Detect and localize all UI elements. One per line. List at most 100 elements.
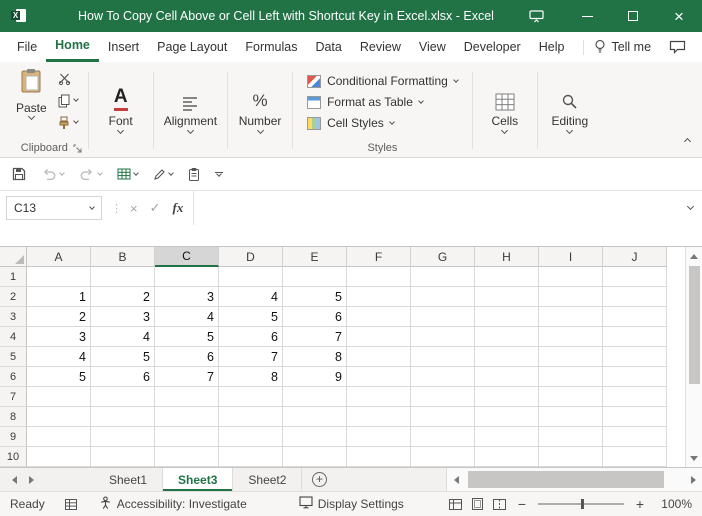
cell-C7[interactable] bbox=[155, 387, 219, 407]
cell-F4[interactable] bbox=[347, 327, 411, 347]
cell-G8[interactable] bbox=[411, 407, 475, 427]
clipboard-tool-button[interactable] bbox=[188, 167, 200, 181]
cell-F9[interactable] bbox=[347, 427, 411, 447]
row-header-2[interactable]: 2 bbox=[0, 287, 27, 307]
cell-I1[interactable] bbox=[539, 267, 603, 287]
cell-F10[interactable] bbox=[347, 447, 411, 467]
cell-F3[interactable] bbox=[347, 307, 411, 327]
cell-J8[interactable] bbox=[603, 407, 667, 427]
new-sheet-button[interactable]: + bbox=[306, 468, 332, 491]
column-header-i[interactable]: I bbox=[539, 247, 603, 267]
cell-D3[interactable]: 5 bbox=[219, 307, 283, 327]
cell-I10[interactable] bbox=[539, 447, 603, 467]
cell-D10[interactable] bbox=[219, 447, 283, 467]
cell-I8[interactable] bbox=[539, 407, 603, 427]
cell-G1[interactable] bbox=[411, 267, 475, 287]
cell-A1[interactable] bbox=[27, 267, 91, 287]
zoom-in-button[interactable]: + bbox=[634, 496, 646, 512]
ribbon-tab-page-layout[interactable]: Page Layout bbox=[148, 32, 236, 62]
cell-E9[interactable] bbox=[283, 427, 347, 447]
column-header-f[interactable]: F bbox=[347, 247, 411, 267]
ribbon-tab-data[interactable]: Data bbox=[306, 32, 350, 62]
display-settings-button[interactable]: Display Settings bbox=[299, 496, 404, 512]
cell-E10[interactable] bbox=[283, 447, 347, 467]
cell-I4[interactable] bbox=[539, 327, 603, 347]
cell-J1[interactable] bbox=[603, 267, 667, 287]
cell-H5[interactable] bbox=[475, 347, 539, 367]
close-button[interactable]: × bbox=[656, 0, 702, 32]
row-header-3[interactable]: 3 bbox=[0, 307, 27, 327]
comments-button[interactable] bbox=[669, 40, 686, 54]
cell-D8[interactable] bbox=[219, 407, 283, 427]
font-group-button[interactable]: A Font bbox=[92, 64, 150, 157]
redo-button[interactable] bbox=[79, 167, 102, 181]
macro-record-button[interactable] bbox=[65, 499, 77, 510]
cell-D7[interactable] bbox=[219, 387, 283, 407]
scroll-down-icon[interactable] bbox=[686, 450, 702, 466]
ribbon-display-options-icon[interactable] bbox=[518, 0, 554, 32]
table-tool-button[interactable] bbox=[117, 168, 138, 180]
cell-J9[interactable] bbox=[603, 427, 667, 447]
cell-G6[interactable] bbox=[411, 367, 475, 387]
cell-F6[interactable] bbox=[347, 367, 411, 387]
horizontal-scroll-thumb[interactable] bbox=[468, 471, 664, 488]
cell-B9[interactable] bbox=[91, 427, 155, 447]
row-header-8[interactable]: 8 bbox=[0, 407, 27, 427]
cell-B3[interactable]: 3 bbox=[91, 307, 155, 327]
cell-D2[interactable]: 4 bbox=[219, 287, 283, 307]
select-all-button[interactable] bbox=[0, 247, 27, 267]
zoom-slider[interactable] bbox=[538, 503, 624, 505]
cell-A10[interactable] bbox=[27, 447, 91, 467]
cell-I9[interactable] bbox=[539, 427, 603, 447]
name-box[interactable]: C13 bbox=[6, 196, 102, 220]
cell-E2[interactable]: 5 bbox=[283, 287, 347, 307]
page-break-view-button[interactable] bbox=[493, 499, 506, 510]
ribbon-tab-developer[interactable]: Developer bbox=[455, 32, 530, 62]
number-group-button[interactable]: % Number bbox=[231, 64, 289, 157]
clipboard-dialog-launcher[interactable] bbox=[73, 144, 82, 153]
cell-G2[interactable] bbox=[411, 287, 475, 307]
normal-view-button[interactable] bbox=[449, 499, 462, 510]
vertical-scroll-thumb[interactable] bbox=[689, 266, 700, 384]
enter-icon[interactable]: ✓ bbox=[150, 200, 161, 216]
cell-E1[interactable] bbox=[283, 267, 347, 287]
cell-A4[interactable]: 3 bbox=[27, 327, 91, 347]
cell-J6[interactable] bbox=[603, 367, 667, 387]
cell-B4[interactable]: 4 bbox=[91, 327, 155, 347]
cell-A9[interactable] bbox=[27, 427, 91, 447]
cell-H10[interactable] bbox=[475, 447, 539, 467]
cell-B2[interactable]: 2 bbox=[91, 287, 155, 307]
paste-button[interactable]: Paste bbox=[11, 66, 52, 131]
cut-button[interactable] bbox=[58, 70, 78, 87]
cell-D9[interactable] bbox=[219, 427, 283, 447]
cell-B6[interactable]: 6 bbox=[91, 367, 155, 387]
row-header-1[interactable]: 1 bbox=[0, 267, 27, 287]
cell-A8[interactable] bbox=[27, 407, 91, 427]
cell-E5[interactable]: 8 bbox=[283, 347, 347, 367]
cell-E8[interactable] bbox=[283, 407, 347, 427]
collapse-ribbon-button[interactable] bbox=[685, 131, 690, 149]
cell-I5[interactable] bbox=[539, 347, 603, 367]
cell-G9[interactable] bbox=[411, 427, 475, 447]
conditional-formatting-button[interactable]: Conditional Formatting bbox=[307, 74, 458, 88]
scroll-up-icon[interactable] bbox=[686, 248, 702, 264]
cell-A5[interactable]: 4 bbox=[27, 347, 91, 367]
column-header-b[interactable]: B bbox=[91, 247, 155, 267]
cell-F1[interactable] bbox=[347, 267, 411, 287]
sheet-tab-sheet2[interactable]: Sheet2 bbox=[233, 468, 302, 491]
accessibility-status[interactable]: Accessibility: Investigate bbox=[99, 496, 247, 512]
cell-H9[interactable] bbox=[475, 427, 539, 447]
column-header-h[interactable]: H bbox=[475, 247, 539, 267]
cell-F2[interactable] bbox=[347, 287, 411, 307]
cell-G5[interactable] bbox=[411, 347, 475, 367]
cell-I2[interactable] bbox=[539, 287, 603, 307]
cell-D6[interactable]: 8 bbox=[219, 367, 283, 387]
cell-H8[interactable] bbox=[475, 407, 539, 427]
vertical-scrollbar[interactable] bbox=[685, 247, 702, 467]
cell-J4[interactable] bbox=[603, 327, 667, 347]
cells-group-button[interactable]: Cells bbox=[476, 64, 534, 157]
cell-J2[interactable] bbox=[603, 287, 667, 307]
cell-H3[interactable] bbox=[475, 307, 539, 327]
cell-B1[interactable] bbox=[91, 267, 155, 287]
cell-I6[interactable] bbox=[539, 367, 603, 387]
